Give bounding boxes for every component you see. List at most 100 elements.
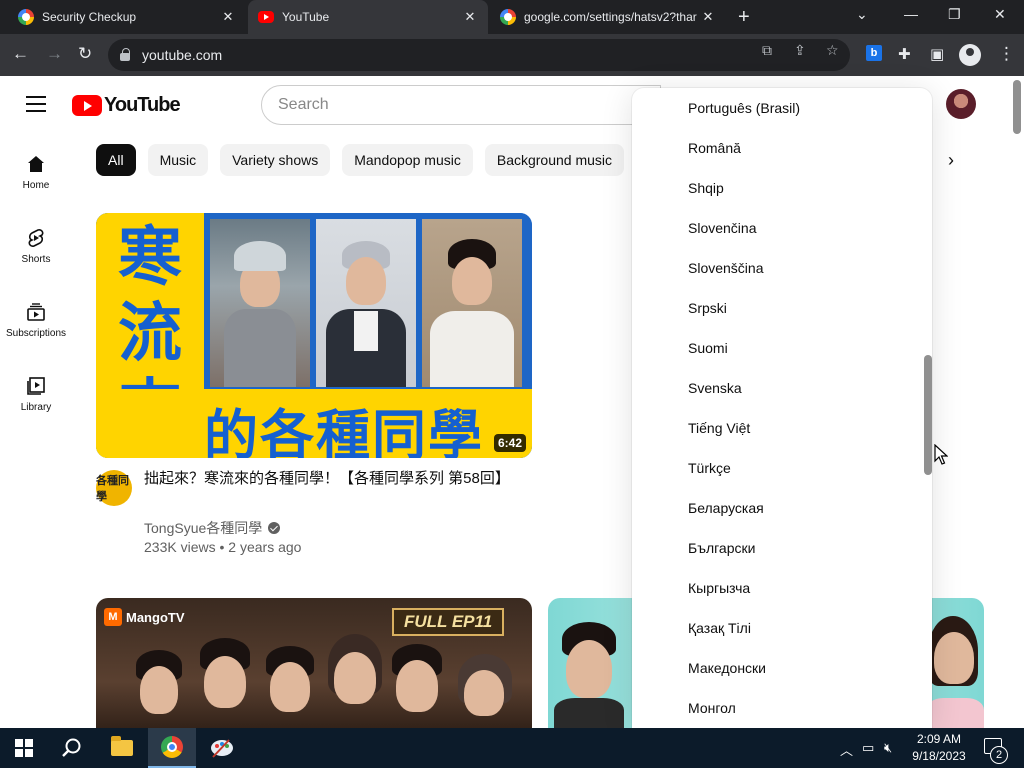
back-button[interactable]: ←	[12, 44, 29, 64]
forward-button[interactable]: →	[46, 44, 63, 64]
language-option[interactable]: Türkçe	[688, 460, 731, 476]
volume-muted-icon[interactable]: 🔇︎	[884, 740, 892, 756]
taskbar-chrome[interactable]	[148, 728, 196, 768]
google-favicon-icon	[18, 9, 34, 25]
taskbar-file-explorer[interactable]	[98, 728, 146, 768]
sidebar-item-label: Shorts	[21, 254, 51, 265]
thumbnail-photo-girl	[210, 219, 310, 387]
clock-date: 9/18/2023	[912, 749, 966, 763]
notification-count-badge: 2	[990, 746, 1008, 764]
search-placeholder: Search	[278, 96, 329, 113]
language-option[interactable]: Македонски	[688, 660, 766, 676]
language-option[interactable]: Português (Brasil)	[688, 100, 800, 116]
language-option[interactable]: Қазақ Тілі	[688, 620, 751, 636]
minimize-button[interactable]: —	[904, 6, 918, 22]
youtube-logo[interactable]: YouTube	[72, 94, 181, 117]
hamburger-menu-icon[interactable]	[26, 96, 46, 112]
mouse-pointer-icon	[934, 444, 948, 465]
chrome-icon	[161, 736, 183, 758]
language-option[interactable]: Srpski	[688, 300, 727, 316]
episode-badge: FULL EP11	[392, 608, 505, 636]
language-option[interactable]: Български	[688, 540, 755, 556]
side-panel-icon[interactable]: ▣	[930, 45, 944, 63]
restore-button[interactable]: ❐	[948, 6, 961, 23]
language-option[interactable]: Română	[688, 140, 741, 156]
chip-all[interactable]: All	[96, 144, 136, 176]
video-title[interactable]: 拙起來？寒流來的各種同學！【各種同學系列 第58回】	[144, 468, 514, 490]
extension-b-icon[interactable]: b	[866, 45, 882, 61]
tab-title: google.com/settings/hatsv2?thar	[524, 10, 697, 24]
google-favicon-icon	[500, 9, 516, 25]
reload-button[interactable]: ↻	[78, 44, 92, 64]
subscriptions-icon	[27, 303, 45, 321]
browser-toolbar: ← → ↻ youtube.com ⧉ ⇪ ☆ b ✚ ▣ ⋮	[0, 34, 1024, 76]
chip-mandopop-music[interactable]: Mandopop music	[342, 144, 473, 176]
chip-next-chevron-icon[interactable]: ›	[948, 150, 954, 171]
language-option[interactable]: Монгол	[688, 700, 736, 716]
library-icon	[27, 377, 45, 395]
search-input[interactable]: Search	[261, 85, 661, 125]
video-duration: 6:42	[493, 434, 526, 452]
show-hidden-icons-chevron-icon[interactable]: ︿	[840, 740, 853, 759]
close-tab-icon[interactable]: ✕	[220, 9, 236, 25]
close-tab-icon[interactable]: ✕	[462, 9, 478, 25]
open-in-app-icon[interactable]: ⧉	[762, 42, 772, 59]
language-option[interactable]: Беларуская	[688, 500, 764, 516]
language-option[interactable]: Slovenščina	[688, 260, 764, 276]
video-thumbnail[interactable]: M MangoTV FULL EP11	[96, 598, 532, 728]
thumbnail-photo-boy1	[316, 219, 416, 387]
tab-title: YouTube	[282, 10, 330, 24]
sidebar-item-library[interactable]: Library	[0, 376, 72, 413]
sidebar-item-shorts[interactable]: Shorts	[0, 228, 72, 265]
thumbnail-char: 寒	[118, 221, 182, 293]
chip-background-music[interactable]: Background music	[484, 144, 625, 176]
channel-name[interactable]: TongSyue各種同學	[144, 518, 262, 538]
account-avatar[interactable]	[946, 89, 976, 119]
close-window-button[interactable]: ✕	[994, 6, 1006, 23]
taskbar-app[interactable]	[198, 728, 246, 768]
chip-music[interactable]: Music	[147, 144, 209, 176]
address-bar[interactable]: youtube.com	[108, 39, 850, 71]
filter-chips: All Music Variety shows Mandopop music B…	[96, 144, 636, 176]
extensions-puzzle-icon[interactable]: ✚	[898, 45, 911, 63]
tab-google-settings[interactable]: google.com/settings/hatsv2?thar ✕	[490, 0, 726, 34]
tab-search-chevron-icon[interactable]: ⌄	[856, 6, 868, 23]
view-count: 233K views	[144, 539, 216, 555]
menu-dots-icon[interactable]: ⋮	[998, 44, 1015, 64]
paint-app-icon	[211, 739, 233, 758]
folder-icon	[111, 736, 133, 756]
mangotv-logo: M MangoTV	[104, 608, 185, 626]
language-option[interactable]: Svenska	[688, 380, 742, 396]
tab-youtube[interactable]: YouTube ✕	[248, 0, 488, 34]
language-option[interactable]: Tiếng Việt	[688, 420, 750, 436]
sidebar-item-label: Home	[22, 180, 50, 191]
system-clock[interactable]: 2:09 AM 9/18/2023	[906, 731, 972, 765]
start-button[interactable]	[0, 728, 48, 768]
network-icon[interactable]: ▭	[862, 740, 874, 756]
channel-name-row[interactable]: TongSyue各種同學	[144, 518, 281, 538]
bookmark-star-icon[interactable]: ☆	[826, 42, 839, 59]
language-menu-scrollbar[interactable]	[924, 355, 932, 475]
logo-text: YouTube	[104, 94, 181, 116]
sidebar-item-label: Library	[20, 402, 52, 413]
sidebar-item-home[interactable]: Home	[0, 154, 72, 191]
chip-variety-shows[interactable]: Variety shows	[220, 144, 331, 176]
taskbar-search-button[interactable]	[48, 728, 96, 768]
windows-taskbar: ︿ ▭ 🔇︎ 2:09 AM 9/18/2023 2	[0, 728, 1024, 768]
language-option[interactable]: Кыргызча	[688, 580, 750, 596]
language-option[interactable]: Suomi	[688, 340, 728, 356]
new-tab-button[interactable]: +	[738, 6, 750, 29]
language-option[interactable]: Shqip	[688, 180, 724, 196]
upload-age: 2 years ago	[228, 539, 302, 555]
video-thumbnail[interactable]: 寒 流 來 的各種同學 6:42	[96, 213, 532, 458]
page-scrollbar[interactable]	[1013, 80, 1021, 134]
profile-avatar-icon[interactable]	[959, 44, 981, 66]
tab-security-checkup[interactable]: Security Checkup ✕	[8, 0, 246, 34]
share-icon[interactable]: ⇪	[794, 42, 806, 59]
lock-icon[interactable]	[120, 48, 130, 61]
language-option[interactable]: Slovenčina	[688, 220, 757, 236]
close-tab-icon[interactable]: ✕	[700, 9, 716, 25]
mangotv-mark-icon: M	[104, 608, 122, 626]
sidebar-item-subscriptions[interactable]: Subscriptions	[0, 302, 72, 339]
channel-avatar[interactable]: 各種同學	[96, 470, 132, 506]
